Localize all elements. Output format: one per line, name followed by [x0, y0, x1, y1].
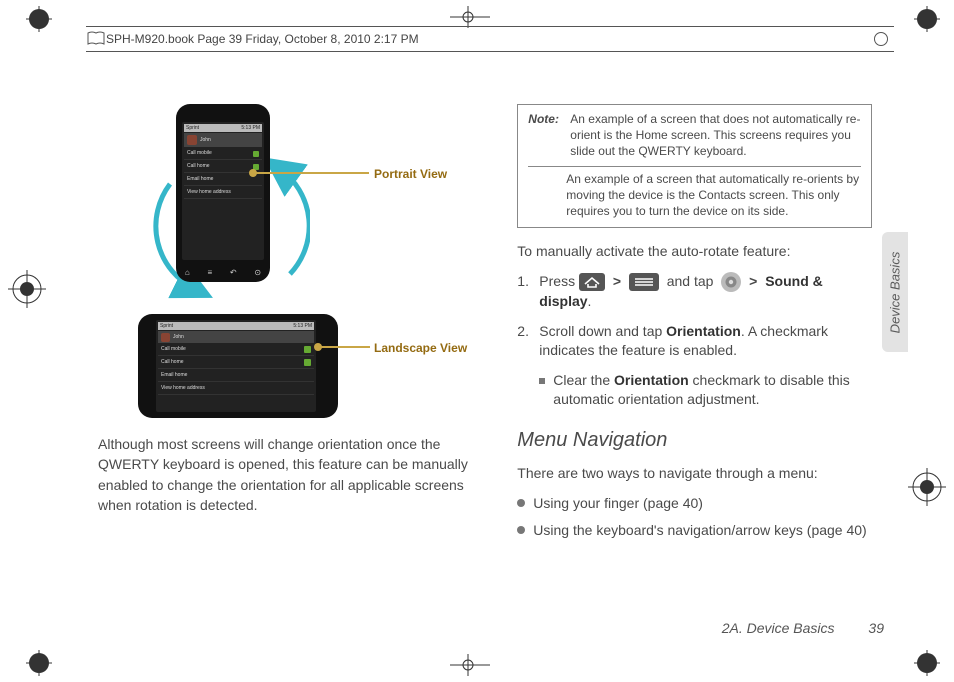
crop-mark-right	[908, 468, 946, 506]
note-label: Note:	[528, 111, 566, 160]
note-paragraph-2: An example of a screen that automaticall…	[566, 171, 861, 220]
crop-mark-left	[8, 270, 46, 308]
nav-bullet-1: Using your finger (page 40)	[517, 494, 872, 514]
header-circle-icon	[874, 32, 888, 46]
settings-gear-icon	[721, 272, 741, 292]
page-footer: 2A. Device Basics 39	[78, 620, 884, 636]
landscape-view-label: Landscape View	[374, 340, 467, 357]
crop-mark-top-left	[26, 6, 52, 32]
footer-page-number: 39	[868, 620, 884, 636]
note-paragraph-1: An example of a screen that does not aut…	[570, 111, 861, 160]
callout-line	[318, 346, 370, 348]
running-head-text: SPH-M920.book Page 39 Friday, October 8,…	[106, 32, 419, 46]
step-1: Press > and tap > Sound & display.	[517, 272, 872, 312]
crop-mark-bottom-right	[914, 650, 940, 676]
orientation-paragraph: Although most screens will change orient…	[98, 434, 481, 515]
lead-text: To manually activate the auto-rotate fea…	[517, 242, 872, 262]
running-head: SPH-M920.book Page 39 Friday, October 8,…	[86, 26, 894, 52]
menu-navigation-heading: Menu Navigation	[517, 426, 872, 454]
home-key-icon	[579, 273, 605, 291]
phone-portrait-mock: Sprint5:13 PM John Call mobile Call home…	[176, 104, 270, 282]
step-2: Scroll down and tap Orientation. A check…	[517, 322, 872, 361]
menu-key-icon	[629, 273, 659, 291]
portrait-view-label: Portrait View	[374, 166, 447, 183]
crop-mark-top-center	[450, 6, 490, 28]
crop-mark-bottom-left	[26, 650, 52, 676]
footer-section: 2A. Device Basics	[722, 620, 835, 636]
substep-1: Clear the Orientation checkmark to disab…	[539, 371, 872, 410]
phone-landscape-mock: Sprint5:13 PM John Call mobile Call home…	[138, 314, 338, 418]
orientation-illustration: Sprint5:13 PM John Call mobile Call home…	[98, 104, 481, 424]
note-box: Note: An example of a screen that does n…	[517, 104, 872, 228]
book-icon	[86, 31, 106, 47]
nav-bullet-2: Using the keyboard's navigation/arrow ke…	[517, 521, 872, 541]
callout-line	[253, 172, 369, 174]
crop-mark-top-right	[914, 6, 940, 32]
nav-intro: There are two ways to navigate through a…	[517, 464, 872, 484]
